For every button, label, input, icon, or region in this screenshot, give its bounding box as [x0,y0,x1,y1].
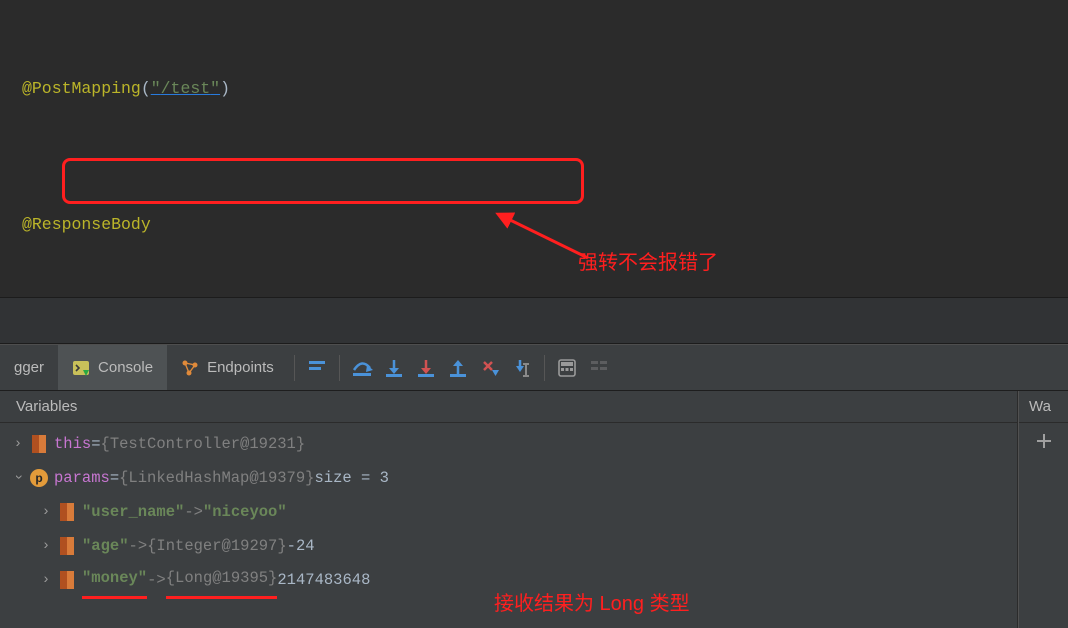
map-key: "age" [82,529,129,563]
var-tail: size = 3 [314,461,388,495]
watches-panel: Wa [1018,391,1068,628]
field-bars-icon [58,537,76,555]
map-value: "niceyoo" [203,495,287,529]
tab-console[interactable]: Console [58,345,167,390]
console-icon [72,359,90,377]
run-to-cursor-icon[interactable] [506,345,538,390]
string-literal: "/test" [151,79,220,98]
toolbar-separator [339,355,340,381]
watches-header-label: Wa [1029,398,1051,415]
field-bars-icon [58,503,76,521]
map-value: 2147483648 [277,563,370,597]
tab-label: gger [14,359,44,376]
expand-arrow-icon[interactable]: › [36,529,56,563]
add-watch-button[interactable] [1019,423,1068,459]
debug-toolbar: gger Console Endpoints [0,344,1068,391]
tree-row-age[interactable]: › "age" -> {Integer@19297} -24 [0,529,1017,563]
variables-left: Variables › this = {TestController@19231… [0,391,1018,628]
field-bars-icon [58,571,76,589]
force-step-into-icon[interactable] [410,345,442,390]
annotation: @ResponseBody [22,215,151,234]
code-line[interactable]: @PostMapping("/test") [22,72,1068,106]
step-out-icon[interactable] [442,345,474,390]
paren: ) [220,79,230,98]
toolbar-separator [544,355,545,381]
expand-arrow-icon[interactable]: › [36,495,56,529]
show-execution-point-icon[interactable] [301,345,333,390]
variables-header-label: Variables [16,398,77,415]
trace-current-stream-chain-icon [583,345,615,390]
tab-endpoints[interactable]: Endpoints [167,345,288,390]
paren: ( [141,79,151,98]
map-object: {Integer@19297} [147,529,287,563]
variables-tree[interactable]: › this = {TestController@19231} › p para… [0,423,1017,597]
step-over-icon[interactable] [346,345,378,390]
collapse-arrow-icon[interactable]: › [1,467,35,487]
var-object: {LinkedHashMap@19379} [119,461,314,495]
map-key: "money" [82,561,147,599]
var-name: this [54,427,91,461]
tab-label: Endpoints [207,359,274,376]
tree-row-money[interactable]: › "money" -> {Long@19395} 2147483648 [0,563,1017,597]
code-line[interactable]: @ResponseBody [22,208,1068,242]
watches-header: Wa [1019,391,1068,423]
drop-frame-icon[interactable] [474,345,506,390]
expand-arrow-icon[interactable]: › [8,427,28,461]
panel-divider[interactable] [0,297,1068,344]
tab-debugger[interactable]: gger [0,345,58,390]
var-object: {TestController@19231} [101,427,306,461]
evaluate-expression-icon[interactable] [551,345,583,390]
annotation: @PostMapping [22,79,141,98]
toolbar-separator [294,355,295,381]
map-value: -24 [287,529,315,563]
tree-row-this[interactable]: › this = {TestController@19231} [0,427,1017,461]
map-key: "user_name" [82,495,184,529]
tree-row-params[interactable]: › p params = {LinkedHashMap@19379} size … [0,461,1017,495]
tree-row-user-name[interactable]: › "user_name" -> "niceyoo" [0,495,1017,529]
field-bars-icon [30,435,48,453]
variables-header: Variables [0,391,1017,423]
tab-label: Console [98,359,153,376]
expand-arrow-icon[interactable]: › [36,563,56,597]
map-object: {Long@19395} [166,561,278,599]
var-name: params [54,461,110,495]
plus-icon [1036,433,1052,449]
step-into-icon[interactable] [378,345,410,390]
variables-panel: Variables › this = {TestController@19231… [0,391,1068,628]
endpoints-icon [181,359,199,377]
